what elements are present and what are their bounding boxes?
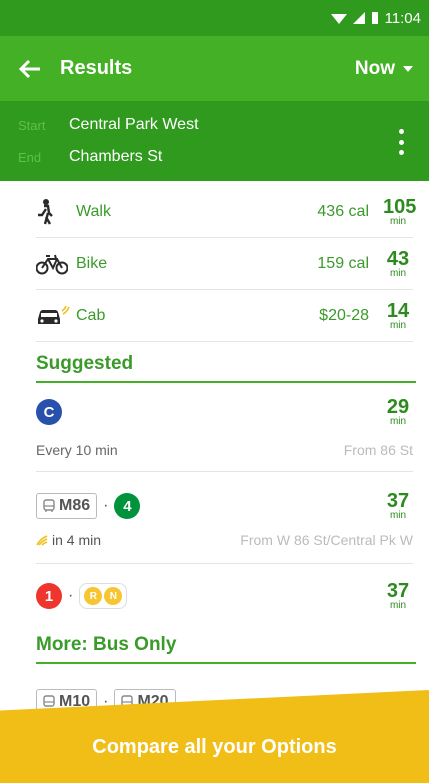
duration-unit: min — [389, 267, 407, 279]
duration: 37 min — [383, 491, 413, 521]
realtime-text: in 4 min — [52, 532, 102, 548]
start-label: Start — [18, 117, 46, 133]
mode-meta: 436 cal — [317, 202, 369, 220]
route-summary: Start Central Park West End Chambers St — [0, 101, 429, 181]
duration: 37 min — [383, 581, 413, 611]
duration-value: 105 — [383, 195, 417, 218]
duration-value: 37 — [386, 490, 410, 512]
status-bar: 11:04 — [0, 0, 429, 36]
page-title: Results — [60, 57, 133, 79]
dot-icon — [398, 139, 404, 145]
duration-value: 37 — [386, 580, 410, 602]
cab-icon — [36, 305, 76, 327]
bike-icon — [36, 253, 76, 275]
mode-row-walk[interactable]: Walk 436 cal 105 min — [36, 186, 417, 238]
duration-unit: min — [389, 215, 407, 227]
mode-label: Bike — [76, 254, 108, 272]
caret-down-icon — [403, 65, 413, 72]
bus-route-label: M86 — [59, 497, 91, 514]
mode-label: Cab — [76, 306, 106, 324]
frequency-text: Every 10 min — [36, 442, 118, 458]
mode-row-bike[interactable]: Bike 159 cal 43 min — [36, 238, 413, 290]
mode-row-cab[interactable]: Cab $20-28 14 min — [36, 290, 413, 342]
walk-icon — [36, 198, 76, 225]
bus-icon — [43, 695, 55, 707]
mode-label: Walk — [76, 202, 111, 220]
duration-unit: min — [389, 510, 407, 521]
start-value: Central Park West — [69, 116, 199, 133]
realtime-icon — [36, 535, 48, 546]
bus-route-chip: M86 — [36, 493, 98, 519]
battery-icon — [371, 11, 379, 25]
clock-text: 11:04 — [384, 9, 421, 27]
origin-stop-text: From W 86 St/Central Pk W — [240, 532, 413, 548]
wifi-icon — [330, 12, 347, 25]
time-selector-label: Now — [354, 57, 395, 79]
subway-line-badge: R — [84, 587, 103, 605]
origin-stop-text: From 86 St — [343, 442, 413, 458]
section-heading-bus-only: More: Bus Only — [36, 628, 416, 664]
duration: 14 min — [383, 301, 413, 331]
route-option[interactable]: C 29 min Every 10 min From 86 St — [36, 392, 413, 472]
duration-unit: min — [389, 319, 407, 331]
duration-value: 43 — [386, 247, 410, 270]
duration-value: 29 — [386, 396, 410, 418]
section-heading-suggested: Suggested — [36, 347, 416, 383]
start-location[interactable]: Start Central Park West — [18, 116, 199, 134]
arrow-left-icon — [19, 59, 40, 78]
dot-icon — [398, 129, 404, 134]
route-option[interactable]: 1 · R N 37 min — [36, 570, 413, 622]
duration: 29 min — [383, 397, 413, 427]
subway-line-badge: N — [104, 587, 123, 605]
mode-meta: $20-28 — [319, 306, 369, 324]
dot-icon — [398, 150, 404, 155]
end-label: End — [18, 149, 42, 165]
duration-value: 14 — [386, 299, 410, 322]
duration: 105 min — [383, 195, 417, 227]
duration-unit: min — [389, 416, 407, 427]
app-bar: Results Now — [0, 36, 429, 101]
separator-dot: · — [68, 587, 74, 604]
back-button[interactable] — [0, 36, 60, 101]
signal-icon — [352, 11, 365, 25]
bus-icon — [43, 499, 55, 512]
mode-meta: 159 cal — [317, 254, 369, 272]
subway-line-badge: 4 — [114, 493, 141, 519]
subway-line-group-badge: R N — [79, 583, 128, 609]
route-option[interactable]: M86 · 4 37 min in 4 min From W 86 St/Cen… — [36, 478, 413, 564]
end-location[interactable]: End Chambers St — [18, 148, 162, 166]
compare-options-label: Compare all your Options — [92, 736, 337, 758]
separator-dot: · — [103, 497, 109, 514]
duration: 43 min — [383, 249, 413, 279]
more-options-button[interactable] — [391, 129, 411, 155]
time-selector-dropdown[interactable]: Now — [355, 58, 413, 80]
end-value: Chambers St — [69, 148, 163, 165]
subway-line-badge: 1 — [36, 583, 62, 609]
subway-line-badge: C — [36, 399, 62, 425]
duration-unit: min — [389, 600, 407, 611]
